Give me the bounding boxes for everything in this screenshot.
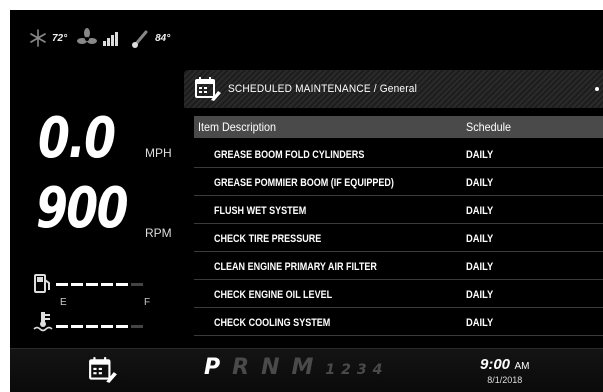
thermometer-icon [132,30,148,48]
level-segment [116,283,128,286]
level-segment [101,283,113,286]
table-header: Item Description Schedule [194,116,603,138]
gear-indicator: PRNM1234 [204,355,388,380]
cab-temperature: 72° [52,32,68,44]
clock-ampm: AM [514,361,530,372]
item-schedule: DAILY [466,317,494,329]
level-segment [101,325,113,328]
item-description: CHECK TIRE PRESSURE [214,233,322,245]
display-screen: 72° 84° 0.0 MPH 900 RPM E F SCHEDULED MA… [10,10,603,392]
signal-bars-icon [103,32,119,46]
coolant-temp-icon [33,312,53,332]
level-segment [131,283,143,286]
fuel-level-bar [56,283,143,286]
level-segment [116,325,128,328]
clock: 9:00 AM 8/1/2018 [480,356,529,385]
item-schedule: DAILY [466,233,494,245]
column-header-item: Item Description [198,120,277,134]
item-schedule: DAILY [466,205,494,217]
item-schedule: DAILY [466,289,494,301]
coolant-level-bar [56,325,143,328]
snowflake-icon [30,29,46,47]
item-schedule: DAILY [466,177,494,189]
item-description: FLUSH WET SYSTEM [214,205,307,217]
maintenance-panel: SCHEDULED MAINTENANCE / General Item Des… [184,70,603,346]
table-row[interactable]: GREASE POMMIER BOOM (IF EQUIPPED) DAILY [194,169,603,196]
table-row[interactable]: GREASE BOOM FOLD CYLINDERS DAILY [194,141,603,168]
outside-temperature: 84° [155,32,171,44]
fuel-empty-label: E [60,297,67,308]
level-segment [56,325,68,328]
item-description: CHECK COOLING SYSTEM [214,317,331,329]
clock-time: 9:00 [480,356,511,373]
item-schedule: DAILY [466,261,494,273]
panel-title: SCHEDULED MAINTENANCE / General [228,83,418,95]
maintenance-calendar-icon [195,77,221,101]
level-segment [86,283,98,286]
fan-icon [77,28,98,44]
gear-r: R [232,355,262,380]
page-indicator-dot [595,87,599,91]
rpm-unit: RPM [145,226,172,240]
table-row[interactable]: CHECK ENGINE OIL LEVEL DAILY [194,281,603,308]
table-row[interactable]: CHECK TIRE PRESSURE DAILY [194,225,603,252]
item-description: GREASE BOOM FOLD CYLINDERS [214,149,365,161]
status-bar: 72° 84° [28,27,176,49]
column-header-schedule: Schedule [466,120,512,134]
table-row[interactable]: CLEAN ENGINE PRIMARY AIR FILTER DAILY [194,253,603,280]
level-segment [131,325,143,328]
panel-header[interactable]: SCHEDULED MAINTENANCE / General [184,70,603,108]
maintenance-menu-icon[interactable] [88,356,118,384]
item-schedule: DAILY [466,149,494,161]
fuel-full-label: F [144,297,151,308]
fuel-pump-icon [34,274,50,293]
table-row[interactable]: FLUSH WET SYSTEM DAILY [194,197,603,224]
gear-n: N [261,355,292,380]
item-description: CLEAN ENGINE PRIMARY AIR FILTER [214,261,377,273]
rpm-value: 900 [36,176,129,241]
clock-date: 8/1/2018 [487,375,523,385]
item-description: CHECK ENGINE OIL LEVEL [214,289,333,301]
level-segment [56,283,68,286]
speed-unit: MPH [145,146,172,160]
level-segment [86,325,98,328]
bottom-bar: PRNM1234 9:00 AM 8/1/2018 [10,348,603,392]
level-segment [71,325,83,328]
item-description: GREASE POMMIER BOOM (IF EQUIPPED) [214,177,394,189]
gear-numbers: 1234 [325,362,389,378]
speed-value: 0.0 [38,106,116,171]
level-segment [71,283,83,286]
table-row[interactable]: CHECK COOLING SYSTEM DAILY [194,309,603,336]
gear-p: P [204,355,233,380]
gear-m: M [291,355,326,380]
